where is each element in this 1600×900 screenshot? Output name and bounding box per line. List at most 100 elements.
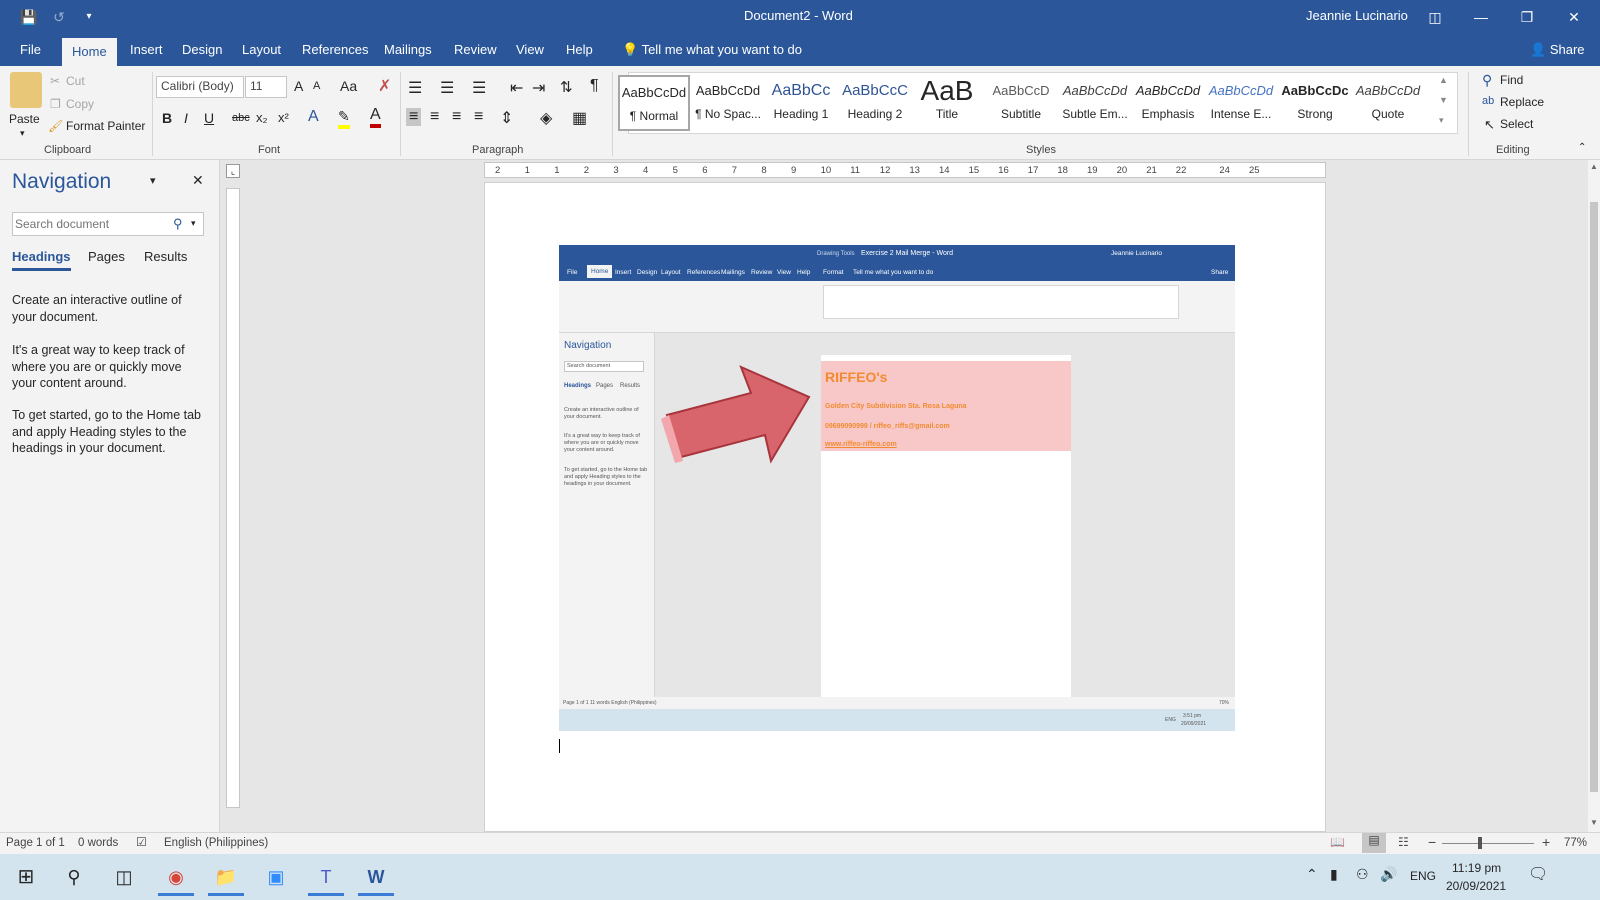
- pilcrow-icon[interactable]: ¶: [590, 77, 599, 95]
- clear-formatting-icon[interactable]: ✗: [378, 76, 391, 96]
- search-icon[interactable]: ⚲: [56, 860, 92, 896]
- grow-font-button[interactable]: A: [294, 78, 303, 94]
- windows-start-icon[interactable]: ⊞: [8, 860, 44, 896]
- inserted-screenshot-image[interactable]: Drawing Tools Exercise 2 Mail Merge - Wo…: [559, 245, 1235, 731]
- align-right-icon[interactable]: ≡: [452, 108, 461, 126]
- vertical-scrollbar[interactable]: ▲ ▼: [1588, 160, 1600, 832]
- copy-button[interactable]: Copy: [66, 97, 94, 111]
- format-painter-icon[interactable]: 🖌: [48, 119, 63, 133]
- tab-help[interactable]: Help: [556, 34, 603, 66]
- borders-icon[interactable]: ▦: [572, 108, 587, 128]
- close-icon[interactable]: ✕: [1563, 6, 1585, 28]
- zoom-in-icon[interactable]: +: [1542, 834, 1550, 850]
- replace-icon[interactable]: ab: [1482, 95, 1494, 107]
- replace-button[interactable]: Replace: [1500, 95, 1544, 109]
- align-center-icon[interactable]: ≡: [430, 108, 439, 126]
- increase-indent-icon[interactable]: ⇥: [532, 78, 545, 98]
- style-no-spacing[interactable]: AaBbCcDd ¶ No Spac...: [692, 75, 764, 131]
- subscript-button[interactable]: x₂: [256, 110, 268, 125]
- input-language[interactable]: ENG: [1410, 869, 1436, 883]
- zoom-slider-thumb[interactable]: [1478, 837, 1482, 849]
- zoom-app-icon[interactable]: ▣: [258, 860, 294, 896]
- font-size-select[interactable]: 11: [245, 76, 287, 98]
- font-name-select[interactable]: Calibri (Body): [156, 76, 244, 98]
- zoom-level[interactable]: 77%: [1564, 837, 1587, 849]
- volume-icon[interactable]: 🔊: [1380, 866, 1397, 883]
- nav-tab-pages[interactable]: Pages: [88, 249, 125, 264]
- ribbon-display-icon[interactable]: ◫: [1424, 6, 1446, 28]
- underline-button[interactable]: U: [204, 110, 214, 126]
- share-button[interactable]: 👤 Share: [1520, 34, 1595, 66]
- change-case-button[interactable]: Aa: [340, 78, 357, 94]
- web-layout-icon[interactable]: ☷: [1398, 835, 1409, 849]
- restore-icon[interactable]: ❐: [1516, 6, 1538, 28]
- scroll-up-icon[interactable]: ▲: [1590, 162, 1598, 171]
- style-heading-1[interactable]: AaBbCc Heading 1: [765, 75, 837, 131]
- nav-options-icon[interactable]: ▾: [150, 174, 156, 187]
- tab-file[interactable]: File: [10, 34, 51, 66]
- document-page[interactable]: Drawing Tools Exercise 2 Mail Merge - Wo…: [484, 182, 1326, 832]
- read-mode-icon[interactable]: 📖: [1330, 835, 1345, 849]
- file-explorer-icon[interactable]: 📁: [208, 860, 244, 896]
- zoom-out-icon[interactable]: −: [1428, 834, 1436, 850]
- nav-tab-headings[interactable]: Headings: [12, 249, 71, 271]
- superscript-button[interactable]: x²: [278, 110, 289, 125]
- word-count[interactable]: 0 words: [78, 837, 118, 849]
- find-button[interactable]: Find: [1500, 73, 1523, 87]
- copy-icon[interactable]: ❐: [50, 97, 61, 111]
- teams-icon[interactable]: T: [308, 860, 344, 896]
- highlight-icon[interactable]: ✎: [338, 108, 350, 129]
- task-view-icon[interactable]: ◫: [106, 860, 142, 896]
- nav-tab-results[interactable]: Results: [144, 249, 187, 264]
- style-heading-2[interactable]: AaBbCcC Heading 2: [839, 75, 911, 131]
- paste-button[interactable]: Paste: [9, 112, 40, 126]
- save-icon[interactable]: 💾: [18, 6, 40, 28]
- proofing-icon[interactable]: ☑: [136, 835, 147, 849]
- align-left-icon[interactable]: ≡: [406, 108, 422, 126]
- italic-button[interactable]: I: [184, 110, 188, 126]
- chrome-icon[interactable]: ◉: [158, 860, 194, 896]
- clock-time[interactable]: 11:19 pm: [1452, 861, 1501, 875]
- shrink-font-button[interactable]: A: [313, 80, 320, 92]
- user-name[interactable]: Jeannie Lucinario: [1306, 8, 1408, 23]
- text-effects-icon[interactable]: A: [308, 108, 319, 126]
- tab-references[interactable]: References: [292, 34, 378, 66]
- style-quote[interactable]: AaBbCcDd Quote: [1352, 75, 1424, 131]
- line-spacing-icon[interactable]: ⇕: [500, 108, 513, 128]
- bold-button[interactable]: B: [162, 110, 172, 126]
- word-icon[interactable]: W: [358, 860, 394, 896]
- zoom-slider[interactable]: [1442, 843, 1534, 844]
- font-color-icon[interactable]: A: [370, 106, 381, 128]
- multilevel-list-icon[interactable]: ☰: [472, 78, 486, 98]
- numbering-icon[interactable]: ☰: [440, 78, 454, 98]
- style-title[interactable]: AaB Title: [911, 75, 983, 131]
- language-status[interactable]: English (Philippines): [164, 837, 268, 849]
- style-emphasis[interactable]: AaBbCcDd Emphasis: [1132, 75, 1204, 131]
- styles-scroll-up-icon[interactable]: ▲: [1439, 75, 1448, 85]
- scroll-down-icon[interactable]: ▼: [1590, 818, 1598, 827]
- page-count[interactable]: Page 1 of 1: [6, 837, 65, 849]
- format-painter-button[interactable]: Format Painter: [66, 119, 145, 133]
- tab-layout[interactable]: Layout: [232, 34, 291, 66]
- notification-icon[interactable]: 🗨: [1528, 864, 1548, 884]
- tab-view[interactable]: View: [506, 34, 554, 66]
- shading-icon[interactable]: ◈: [540, 108, 552, 128]
- nav-search-input[interactable]: [15, 214, 165, 234]
- clock-date[interactable]: 20/09/2021: [1446, 879, 1506, 893]
- strikethrough-button[interactable]: abc: [232, 112, 250, 124]
- sort-icon[interactable]: ⇅: [560, 78, 573, 96]
- tab-insert[interactable]: Insert: [120, 34, 173, 66]
- cut-button[interactable]: Cut: [66, 74, 85, 88]
- print-layout-icon[interactable]: ▤: [1362, 833, 1386, 853]
- select-icon[interactable]: ↖: [1484, 117, 1495, 133]
- tab-mailings[interactable]: Mailings: [374, 34, 442, 66]
- tell-me-box[interactable]: 💡 Tell me what you want to do: [612, 34, 812, 66]
- find-icon[interactable]: ⚲: [1482, 72, 1492, 89]
- style-subtle-emphasis[interactable]: AaBbCcDd Subtle Em...: [1059, 75, 1131, 131]
- style-intense-emphasis[interactable]: AaBbCcDd Intense E...: [1205, 75, 1277, 131]
- wifi-icon[interactable]: ⚇: [1356, 866, 1369, 883]
- undo-icon[interactable]: ↺: [48, 6, 70, 28]
- select-button[interactable]: Select: [1500, 117, 1533, 131]
- search-icon[interactable]: ⚲: [173, 216, 183, 232]
- search-options-icon[interactable]: ▾: [191, 218, 196, 229]
